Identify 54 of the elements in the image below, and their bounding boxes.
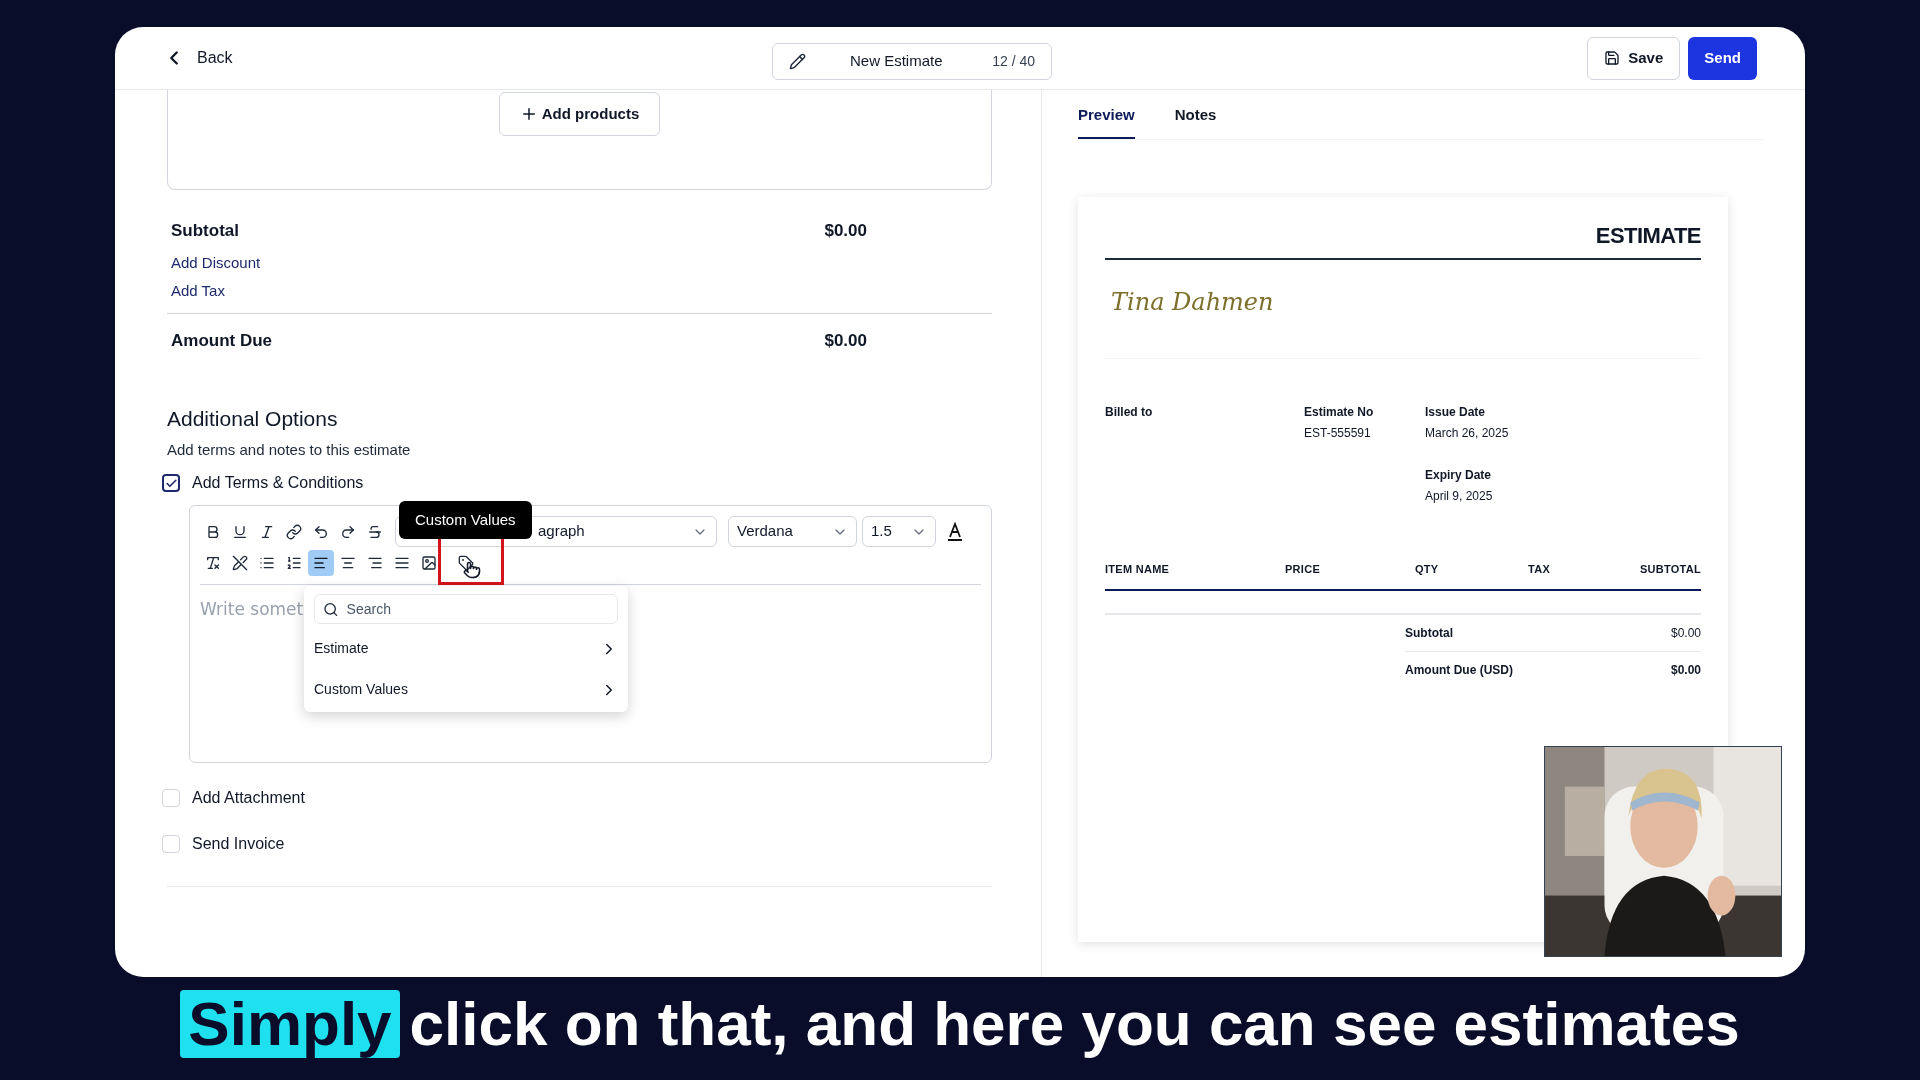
send-button[interactable]: Send: [1688, 36, 1757, 80]
total-value: $0.00: [1670, 625, 1701, 642]
column-header: TAX: [1528, 561, 1550, 577]
font-select[interactable]: Verdana: [728, 516, 857, 547]
column-header: PRICE: [1285, 561, 1320, 577]
caption-text: click on that, and here you can see estimates: [409, 990, 1740, 1058]
column-header: ITEM NAME: [1105, 561, 1170, 577]
summary-link[interactable]: Add Tax: [171, 280, 225, 303]
search-input[interactable]: Search: [346, 598, 609, 620]
tab[interactable]: Notes: [1174, 104, 1217, 139]
pencil-icon: [789, 53, 806, 70]
expiry-date-label: Expiry Date: [1425, 466, 1493, 484]
section-description: Add terms and notes to this estimate: [167, 439, 412, 460]
column-header: QTY: [1415, 561, 1439, 577]
issue-date-label: Issue Date: [1425, 403, 1487, 421]
estimate-number: EST-555591: [1304, 424, 1372, 442]
save-button[interactable]: Save: [1587, 36, 1681, 80]
issue-date: March 26, 2025: [1425, 424, 1510, 442]
hand-cursor-icon: [463, 561, 481, 579]
tooltip: Custom Values: [399, 501, 532, 539]
align-left-icon[interactable]: [308, 550, 334, 576]
subtotal-value: $0.00: [824, 220, 867, 242]
back-button[interactable]: Back: [163, 46, 233, 70]
subtotal-label: Subtotal: [171, 220, 239, 242]
checkbox-label: Add Attachment: [192, 788, 305, 808]
text-color-icon[interactable]: [947, 521, 965, 542]
section-heading: Additional Options: [167, 406, 339, 432]
total-label: Subtotal: [1405, 625, 1453, 642]
summary-link[interactable]: Add Discount: [171, 251, 261, 274]
search-field[interactable]: Search: [314, 594, 618, 624]
column-header: SUBTOTAL: [1639, 561, 1701, 577]
document-title: ESTIMATE: [1595, 221, 1701, 250]
total-value: $0.00: [1670, 662, 1701, 679]
title-field[interactable]: New Estimate 12 / 40: [772, 43, 1052, 80]
amount-due-label: Amount Due: [171, 329, 273, 352]
menu-item[interactable]: Estimate: [314, 638, 618, 659]
total-label: Amount Due (USD): [1405, 662, 1513, 679]
expiry-date: April 9, 2025: [1425, 487, 1494, 505]
line-height-select[interactable]: 1.5: [862, 516, 936, 547]
estimate-number-label: Estimate No: [1304, 403, 1375, 421]
amount-due-value: $0.00: [824, 329, 867, 352]
character-counter: 12 / 40: [992, 52, 1035, 71]
billed-to-label: Billed to: [1105, 403, 1154, 421]
checkbox-label: Send Invoice: [192, 834, 285, 854]
checkbox[interactable]: [162, 474, 180, 492]
check-icon: [164, 476, 178, 490]
search-icon: [323, 600, 339, 618]
estimate-title: New Estimate: [850, 51, 943, 72]
logo-signature: Tina Dahmen: [1111, 286, 1275, 318]
menu-item[interactable]: Custom Values: [314, 679, 618, 700]
tab[interactable]: Preview: [1078, 104, 1135, 139]
add-products-button[interactable]: Add products: [498, 92, 661, 136]
checkbox-label: Add Terms & Conditions: [192, 473, 364, 493]
caption-highlight: Simply: [180, 990, 400, 1058]
